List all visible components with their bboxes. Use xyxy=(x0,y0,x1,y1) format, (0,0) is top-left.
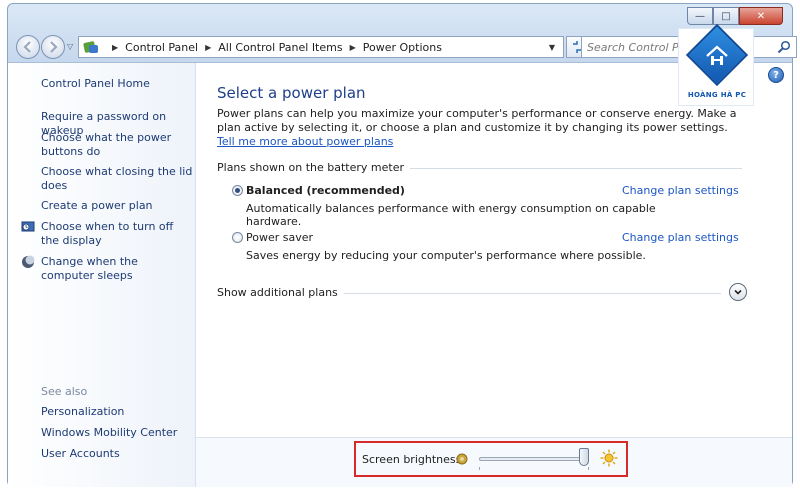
control-panel-icon xyxy=(83,40,99,54)
brightness-highlight: Screen brightness: xyxy=(354,441,628,477)
plan-description: Automatically balances performance with … xyxy=(246,202,656,228)
learn-more-link[interactable]: Tell me more about power plans xyxy=(217,135,393,148)
watermark-logo: HOÀNG HÀ PC xyxy=(678,23,754,106)
battery-meter-group: Plans shown on the battery meter xyxy=(217,161,742,174)
moon-icon xyxy=(22,255,35,268)
page-title: Select a power plan xyxy=(217,84,366,102)
bright-sun-icon xyxy=(600,449,618,467)
plan-balanced-radio[interactable] xyxy=(232,185,243,196)
maximize-button[interactable]: □ xyxy=(713,7,739,25)
sidebar-item-closing-lid[interactable]: Choose what closing the lid does xyxy=(41,165,193,193)
divider xyxy=(410,168,742,169)
intro-description: Power plans can help you maximize your c… xyxy=(217,107,737,134)
address-bar[interactable]: ▶ Control Panel ▶ All Control Panel Item… xyxy=(78,36,564,58)
see-also-heading: See also xyxy=(41,385,88,398)
change-plan-settings-link[interactable]: Change plan settings xyxy=(622,231,739,244)
see-also-personalization[interactable]: Personalization xyxy=(41,405,193,419)
minimize-button[interactable]: — xyxy=(687,7,713,25)
address-dropdown-icon[interactable]: ▼ xyxy=(549,43,555,52)
brightness-slider-thumb[interactable] xyxy=(579,448,589,466)
plan-power-saver-radio[interactable] xyxy=(232,232,243,243)
arrow-right-icon xyxy=(50,41,58,53)
chevron-right-icon[interactable]: ▶ xyxy=(112,43,118,52)
brightness-label: Screen brightness: xyxy=(362,453,466,466)
additional-plans-label[interactable]: Show additional plans xyxy=(217,286,338,299)
help-icon[interactable]: ? xyxy=(768,67,784,83)
control-panel-home-link[interactable]: Control Panel Home xyxy=(41,77,193,91)
see-also-user-accounts[interactable]: User Accounts xyxy=(41,447,193,461)
plan-balanced: Balanced (recommended) Automatically bal… xyxy=(232,184,742,228)
recent-pages-dropdown[interactable]: ▽ xyxy=(67,42,73,51)
divider xyxy=(343,292,721,294)
house-icon xyxy=(706,45,728,65)
sidebar-item-create-plan[interactable]: Create a power plan xyxy=(41,199,193,213)
caption-buttons: — □ ✕ xyxy=(687,7,783,25)
sidebar-item-computer-sleeps[interactable]: Change when the computer sleeps xyxy=(41,255,193,283)
plan-description: Saves energy by reducing your computer's… xyxy=(246,249,646,262)
search-icon[interactable] xyxy=(777,40,791,54)
brightness-bar: Screen brightness: xyxy=(196,437,792,487)
arrow-left-icon xyxy=(23,41,31,53)
task-pane: Control Panel Home Require a password on… xyxy=(8,63,196,487)
plan-name[interactable]: Balanced (recommended) xyxy=(246,184,405,197)
back-button[interactable] xyxy=(16,35,40,59)
breadcrumb-power-options[interactable]: Power Options xyxy=(363,41,442,54)
power-options-window: — □ ✕ ▽ ▶ Control Panel ▶ All Control Pa… xyxy=(0,0,800,492)
display-clock-icon xyxy=(21,221,35,232)
brightness-slider-track[interactable] xyxy=(479,457,589,461)
sidebar-item-turn-off-display[interactable]: Choose when to turn off the display xyxy=(41,220,193,248)
expand-button[interactable] xyxy=(729,283,747,301)
main-panel: ? Select a power plan Power plans can he… xyxy=(196,63,792,487)
content-area: Control Panel Home Require a password on… xyxy=(8,62,792,487)
slider-ticks xyxy=(479,467,589,471)
breadcrumb-all-items[interactable]: All Control Panel Items xyxy=(218,41,342,54)
chevron-down-icon xyxy=(734,289,742,295)
watermark-text: HOÀNG HÀ PC xyxy=(687,91,747,99)
chevron-right-icon[interactable]: ▶ xyxy=(350,43,356,52)
navigation-toolbar: ▽ ▶ Control Panel ▶ All Control Panel It… xyxy=(14,34,797,60)
additional-plans-row[interactable]: Show additional plans xyxy=(217,283,747,301)
change-plan-settings-link[interactable]: Change plan settings xyxy=(622,184,739,197)
intro-text: Power plans can help you maximize your c… xyxy=(217,107,737,149)
breadcrumb-control-panel[interactable]: Control Panel xyxy=(125,41,198,54)
chevron-right-icon[interactable]: ▶ xyxy=(205,43,211,52)
dim-sun-icon xyxy=(456,453,468,465)
forward-button[interactable] xyxy=(41,35,65,59)
see-also-mobility-center[interactable]: Windows Mobility Center xyxy=(41,426,193,440)
plan-power-saver: Power saver Saves energy by reducing you… xyxy=(232,231,742,267)
group-label: Plans shown on the battery meter xyxy=(217,161,405,174)
plan-name[interactable]: Power saver xyxy=(246,231,313,244)
close-button[interactable]: ✕ xyxy=(739,7,783,25)
sidebar-item-power-buttons[interactable]: Choose what the power buttons do xyxy=(41,131,193,159)
